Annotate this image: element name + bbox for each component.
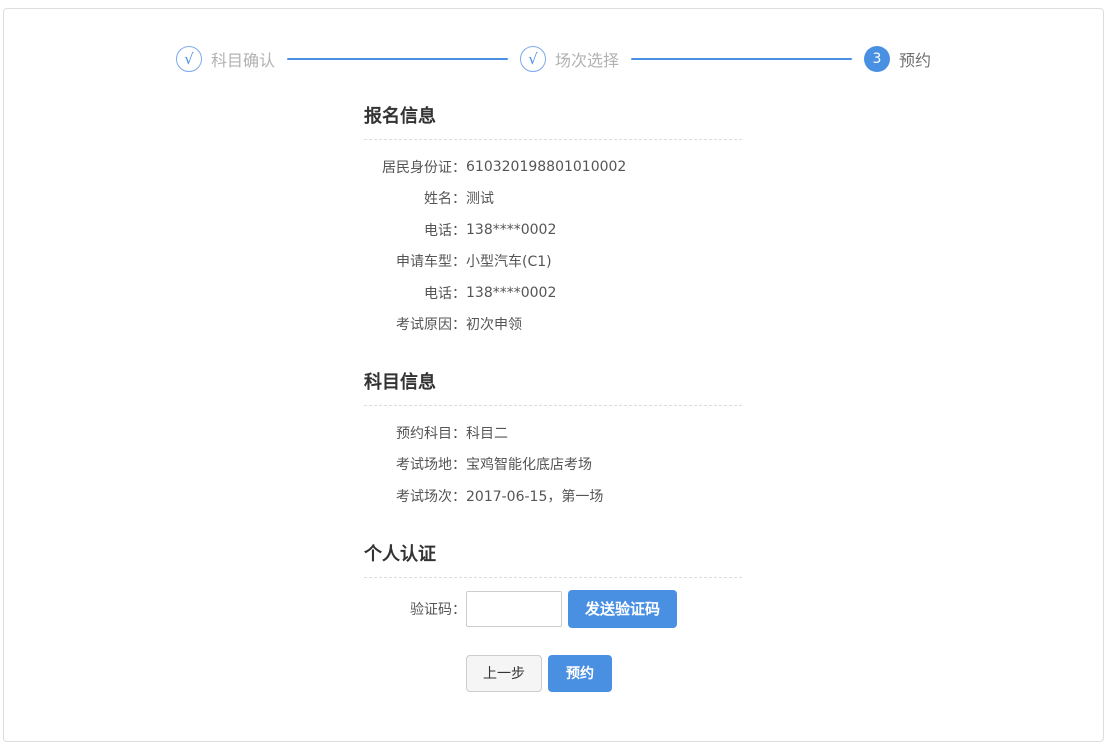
verification-code-label: 验证码：: [364, 599, 466, 619]
section-subject-info: 科目信息 预约科目： 科目二 考试场地： 宝鸡智能化底店考场 考试场次： 201…: [364, 373, 742, 512]
row-label: 电话：: [364, 220, 466, 240]
step-label: 科目确认: [211, 47, 275, 71]
info-row: 考试原因： 初次申领: [364, 309, 742, 341]
step-label: 预约: [899, 47, 931, 71]
check-icon: √: [176, 46, 202, 72]
info-row: 申请车型： 小型汽车(C1): [364, 246, 742, 278]
step-number-badge: 3: [864, 46, 890, 72]
row-value: 小型汽车(C1): [466, 251, 742, 271]
step-connector-line: [287, 58, 508, 60]
booking-card: √ 科目确认 √ 场次选择 3 预约 报名信息 居民身份证： 610320198…: [3, 8, 1104, 742]
section-registration-info: 报名信息 居民身份证： 610320198801010002 姓名： 测试 电话…: [364, 107, 742, 340]
step-connector-line: [631, 58, 852, 60]
step-booking: 3 预约: [864, 46, 931, 72]
row-label: 考试原因：: [364, 314, 466, 334]
verification-code-input[interactable]: [466, 591, 562, 627]
row-value: 138****0002: [466, 285, 742, 301]
row-label: 考试场地：: [364, 454, 466, 474]
previous-step-button[interactable]: 上一步: [466, 655, 542, 692]
info-row: 电话： 138****0002: [364, 214, 742, 246]
row-label: 姓名：: [364, 188, 466, 208]
row-value: 科目二: [466, 423, 742, 443]
row-label: 预约科目：: [364, 423, 466, 443]
row-label: 居民身份证：: [364, 157, 466, 177]
send-code-button[interactable]: 发送验证码: [568, 590, 677, 628]
info-row: 考试场地： 宝鸡智能化底店考场: [364, 449, 742, 481]
info-row: 姓名： 测试: [364, 183, 742, 215]
row-value: 2017-06-15，第一场: [466, 486, 742, 506]
step-subject-confirm: √ 科目确认: [176, 46, 275, 72]
step-indicator: √ 科目确认 √ 场次选择 3 预约: [176, 45, 931, 73]
row-value: 138****0002: [466, 222, 742, 238]
row-label: 考试场次：: [364, 486, 466, 506]
info-row: 预约科目： 科目二: [364, 417, 742, 449]
row-value: 初次申领: [466, 314, 742, 334]
info-row: 考试场次： 2017-06-15，第一场: [364, 480, 742, 512]
section-title: 科目信息: [364, 373, 742, 406]
row-label: 电话：: [364, 283, 466, 303]
verification-row: 验证码： 发送验证码: [364, 590, 742, 628]
step-label: 场次选择: [555, 47, 619, 71]
section-personal-verification: 个人认证 验证码： 发送验证码: [364, 545, 742, 628]
check-icon: √: [520, 46, 546, 72]
book-button[interactable]: 预约: [548, 655, 612, 692]
subject-rows: 预约科目： 科目二 考试场地： 宝鸡智能化底店考场 考试场次： 2017-06-…: [364, 406, 742, 512]
info-row: 居民身份证： 610320198801010002: [364, 151, 742, 183]
row-value: 610320198801010002: [466, 159, 742, 175]
row-value: 宝鸡智能化底店考场: [466, 454, 742, 474]
info-row: 电话： 138****0002: [364, 277, 742, 309]
step-session-select: √ 场次选择: [520, 46, 619, 72]
registration-rows: 居民身份证： 610320198801010002 姓名： 测试 电话： 138…: [364, 140, 742, 340]
section-title: 个人认证: [364, 545, 742, 578]
main-content: 报名信息 居民身份证： 610320198801010002 姓名： 测试 电话…: [364, 107, 742, 692]
section-title: 报名信息: [364, 107, 742, 140]
row-value: 测试: [466, 188, 742, 208]
row-label: 申请车型：: [364, 251, 466, 271]
bottom-actions: 上一步 预约: [364, 655, 742, 692]
